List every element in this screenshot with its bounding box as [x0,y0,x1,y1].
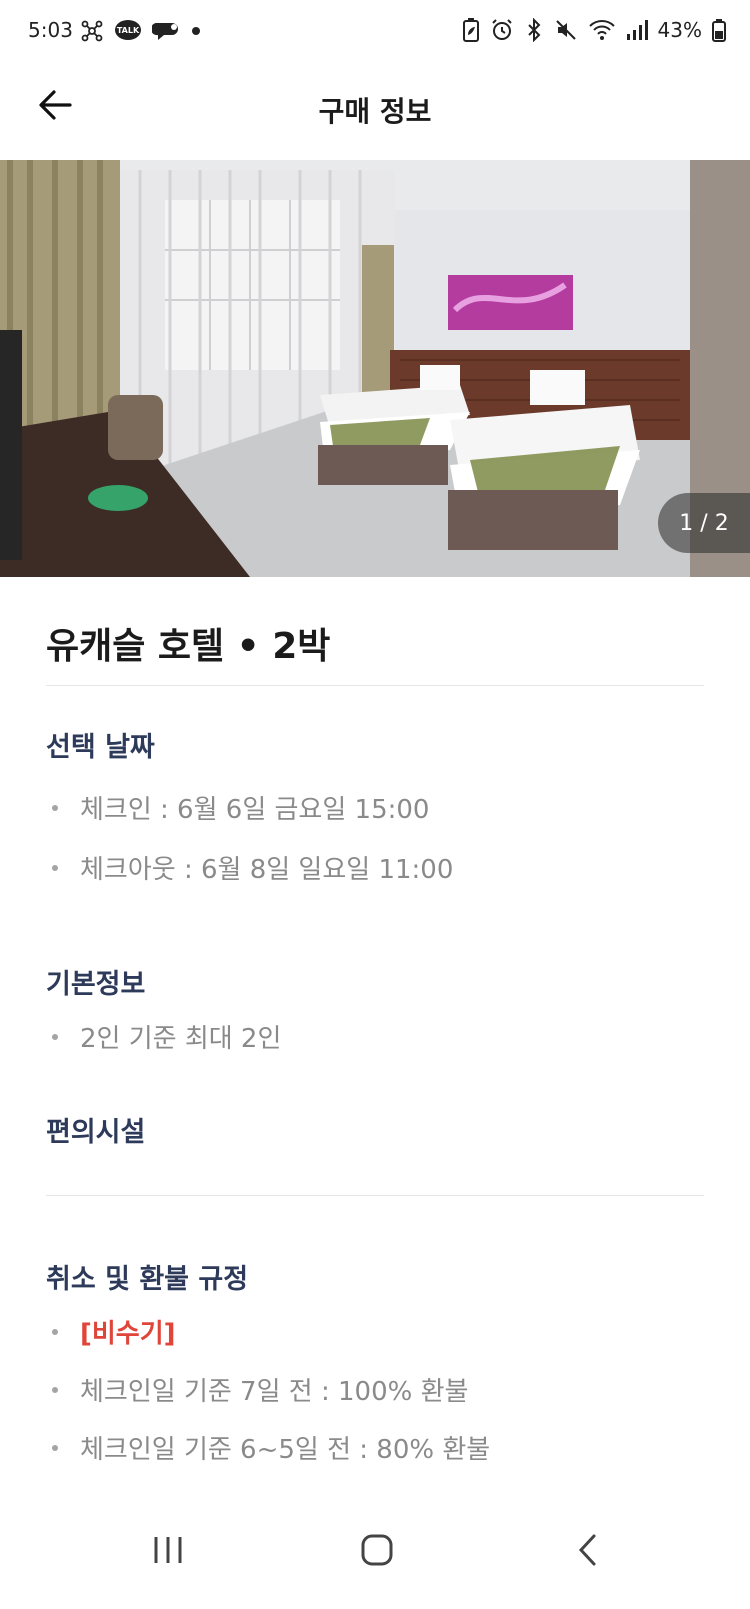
bluetooth-icon [524,18,544,42]
divider [46,685,704,686]
checkout-text: 체크아웃 : 6월 8일 일요일 11:00 [80,855,454,885]
carousel-pager: 1 / 2 [658,493,750,553]
bullet-icon [52,804,58,811]
home-icon [360,1533,394,1567]
status-bar: 5:03 TALK 43% [0,0,750,66]
battery-icon [712,18,726,42]
divider [46,1195,704,1196]
list-item: 2인 기준 최대 2인 [46,1018,281,1055]
section-title-dates: 선택 날짜 [46,732,155,763]
status-time: 5:03 [28,18,73,42]
alarm-icon [490,18,514,42]
system-nav-bar [0,1494,750,1609]
page-title: 구매 정보 [318,95,432,128]
section-title-amenities: 편의시설 [46,1117,146,1148]
app-header: 구매 정보 [0,66,750,158]
bullet-icon [52,864,58,871]
refund-rule-text: 체크인일 기준 7일 전 : 100% 환불 [80,1377,469,1407]
mute-icon [554,18,578,42]
bullet-icon [52,1328,58,1335]
list-item: 체크인일 기준 7일 전 : 100% 환불 [46,1371,468,1408]
chat-bubble-icon [152,19,180,43]
list-item: [비수기] [46,1313,176,1350]
season-label: [비수기] [80,1319,176,1349]
back-nav-button[interactable] [558,1520,618,1580]
battery-percent: 43% [657,18,702,42]
section-title-basic: 기본정보 [46,969,146,1000]
list-item: 체크인일 기준 6~5일 전 : 80% 환불 [46,1429,490,1466]
network-icon [80,19,104,43]
recent-apps-icon [151,1535,185,1565]
bullet-icon [52,1444,58,1451]
home-button[interactable] [347,1520,407,1580]
back-chevron-icon [576,1533,600,1567]
bullet-icon [52,1033,58,1040]
list-item: 체크인 : 6월 6일 금요일 15:00 [46,789,429,826]
dot-icon [190,25,202,37]
refund-rule-text: 체크인일 기준 6~5일 전 : 80% 환불 [80,1435,491,1465]
wifi-icon [588,18,616,42]
checkin-text: 체크인 : 6월 6일 금요일 15:00 [80,795,430,825]
recent-apps-button[interactable] [138,1520,198,1580]
hotel-title: 유캐슬 호텔 • 2박 [46,626,331,667]
capacity-text: 2인 기준 최대 2인 [80,1024,282,1054]
hotel-photo-carousel[interactable]: 1 / 2 [0,160,750,577]
battery-saver-icon [462,17,480,43]
list-item: 체크아웃 : 6월 8일 일요일 11:00 [46,849,453,886]
kakaotalk-icon: TALK [114,19,142,43]
signal-icon [626,18,648,42]
section-title-refund: 취소 및 환불 규정 [46,1264,249,1295]
bullet-icon [52,1386,58,1393]
hotel-room-photo [0,160,750,577]
svg-text:TALK: TALK [117,26,140,35]
